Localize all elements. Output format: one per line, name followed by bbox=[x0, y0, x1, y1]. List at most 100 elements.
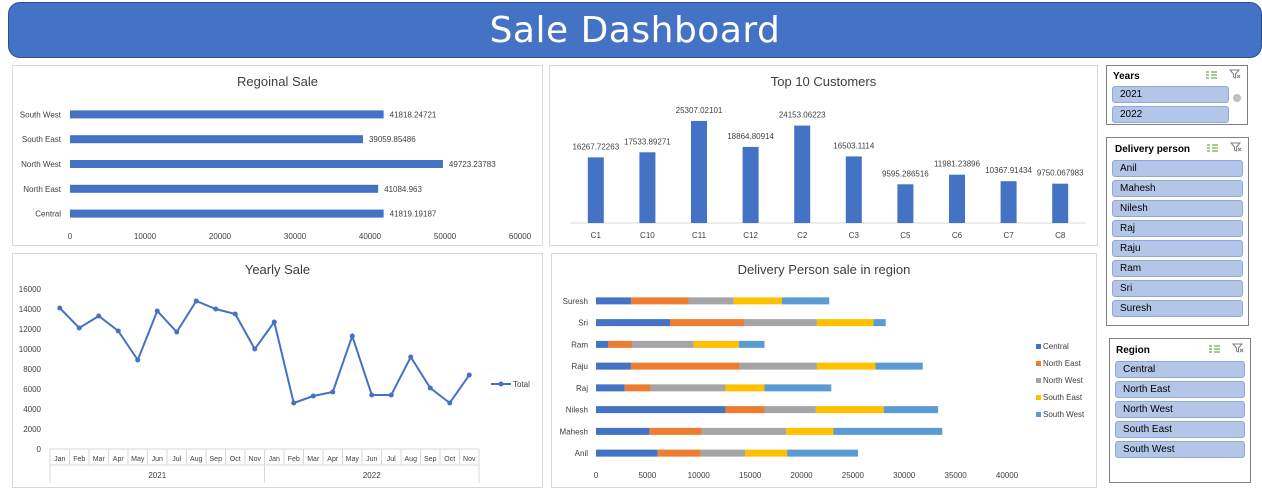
slicer-item-person[interactable]: Mahesh bbox=[1112, 180, 1243, 197]
bar-segment-north-east bbox=[725, 406, 765, 414]
x-tick-label: 0 bbox=[594, 471, 599, 480]
data-point bbox=[135, 357, 141, 363]
clear-filter-icon[interactable] bbox=[1228, 69, 1241, 83]
month-label: Aug bbox=[190, 456, 203, 463]
month-label: Oct bbox=[230, 456, 241, 463]
category-label: C12 bbox=[743, 231, 758, 240]
delivery-region-chart[interactable]: Delivery Person sale in region Anil Mahes… bbox=[551, 253, 1097, 488]
slicer-item-person[interactable]: Ram bbox=[1112, 260, 1243, 277]
legend-swatch bbox=[1036, 344, 1041, 349]
month-label: Jan bbox=[54, 456, 65, 463]
regional-sale-plot: Central 41819.19187 North East 41084.963 Nor… bbox=[20, 110, 532, 241]
y-tick-label: 0 bbox=[37, 445, 42, 454]
category-label: Raju bbox=[572, 362, 588, 371]
bar-segment-south-east bbox=[816, 319, 874, 327]
data-label: 24153.06223 bbox=[779, 111, 826, 120]
x-tick-label: 40000 bbox=[359, 232, 382, 241]
delivery-region-plot: Anil Mahesh Nilesh Raj Raju Ram Sri Suresh 0 5000… bbox=[560, 297, 1085, 480]
bar-segment-south-east bbox=[733, 297, 782, 305]
month-label: Jun bbox=[152, 456, 163, 463]
slicer-item-person[interactable]: Raju bbox=[1112, 240, 1243, 257]
bar-c12 bbox=[742, 146, 759, 223]
data-label: 9750.067983 bbox=[1037, 169, 1084, 178]
slicer-item-region[interactable]: North East bbox=[1115, 381, 1245, 398]
category-label: C8 bbox=[1055, 231, 1066, 240]
bar-segment-north-east bbox=[657, 449, 701, 457]
y-tick-label: 2000 bbox=[23, 425, 41, 434]
bar-segment-north-west bbox=[739, 362, 817, 370]
x-tick-label: 50000 bbox=[434, 232, 457, 241]
bar-c3 bbox=[845, 156, 862, 223]
bar-segment-central bbox=[596, 340, 609, 348]
slicer-item-person[interactable]: Anil bbox=[1112, 160, 1243, 177]
top-customers-chart[interactable]: Top 10 Customers 16267.72263 C1 17533.8927… bbox=[549, 65, 1098, 246]
slicer-item-person[interactable]: Raj bbox=[1112, 220, 1243, 237]
data-label: 18864.80914 bbox=[727, 132, 774, 141]
years-slicer[interactable]: Years 2021 2022 bbox=[1106, 65, 1248, 125]
month-label: Mar bbox=[307, 456, 320, 463]
slicer-item-region[interactable]: North West bbox=[1115, 401, 1245, 418]
clear-filter-icon[interactable] bbox=[1231, 343, 1244, 357]
bar-segment-central bbox=[596, 319, 670, 327]
slicer-item-region[interactable]: South West bbox=[1115, 441, 1245, 458]
region-slicer[interactable]: Region Central North East North West South … bbox=[1109, 338, 1251, 483]
month-label: Sep bbox=[210, 456, 223, 463]
bar-segment-south-east bbox=[693, 340, 739, 348]
legend-swatch bbox=[1036, 361, 1041, 366]
category-label: North East bbox=[23, 185, 62, 194]
bar-segment-south-west bbox=[833, 427, 943, 435]
scrollbar-thumb[interactable] bbox=[1233, 94, 1241, 102]
category-label: Central bbox=[35, 210, 61, 219]
bar-segment-south-west bbox=[764, 384, 832, 392]
bar-segment-north-west bbox=[764, 406, 816, 414]
bar-segment-south-west bbox=[873, 319, 886, 327]
data-point bbox=[369, 392, 375, 398]
bar-segment-north-east bbox=[608, 340, 632, 348]
slicer-header: Region bbox=[1110, 339, 1250, 361]
category-label: South East bbox=[22, 135, 62, 144]
multi-select-icon[interactable] bbox=[1205, 70, 1217, 83]
month-label: Aug bbox=[405, 456, 418, 463]
slicer-item-region[interactable]: South East bbox=[1115, 421, 1245, 438]
legend-label: Total bbox=[513, 380, 530, 389]
year-label: 2022 bbox=[363, 471, 381, 480]
x-tick-label: 5000 bbox=[638, 471, 656, 480]
data-point bbox=[213, 306, 219, 312]
category-label: C5 bbox=[900, 231, 911, 240]
y-tick-label: 10000 bbox=[19, 345, 42, 354]
data-label: 41818.24721 bbox=[390, 110, 437, 119]
slicer-header: Delivery person bbox=[1107, 138, 1248, 160]
slicer-item-person[interactable]: Suresh bbox=[1112, 300, 1243, 317]
bar-segment-north-east bbox=[624, 384, 651, 392]
slicer-item-region[interactable]: Central bbox=[1115, 361, 1245, 378]
delivery-person-slicer[interactable]: Delivery person Anil Mahesh Nilesh Raj Raju R… bbox=[1106, 137, 1249, 326]
bar-segment-south-west bbox=[883, 406, 939, 414]
yearly-sale-plot: 0 2000 4000 6000 8000 10000 12000 14000 16000 Jan… bbox=[19, 285, 530, 483]
year-label: 2021 bbox=[148, 471, 166, 480]
data-point bbox=[76, 325, 82, 331]
multi-select-icon[interactable] bbox=[1206, 143, 1218, 156]
slicer-item-person[interactable]: Sri bbox=[1112, 280, 1243, 297]
multi-select-icon[interactable] bbox=[1208, 344, 1220, 357]
slicer-item-person[interactable]: Nilesh bbox=[1112, 200, 1243, 217]
data-label: 17533.89271 bbox=[624, 137, 671, 146]
yearly-sale-chart[interactable]: Yearly Sale 0 2000 4000 6000 8000 10000 12000 1… bbox=[12, 253, 543, 488]
slicer-item-year[interactable]: 2021 bbox=[1112, 86, 1229, 103]
data-point bbox=[388, 392, 394, 398]
bar-segment-south-west bbox=[875, 362, 923, 370]
category-label: C3 bbox=[849, 231, 860, 240]
x-tick-label: 60000 bbox=[509, 232, 532, 241]
dashboard-title: Sale Dashboard bbox=[489, 9, 781, 51]
clear-filter-icon[interactable] bbox=[1229, 142, 1242, 156]
month-label: Sep bbox=[424, 456, 437, 463]
month-label: Mar bbox=[93, 456, 106, 463]
slicer-item-year[interactable]: 2022 bbox=[1112, 106, 1229, 123]
category-label: Anil bbox=[575, 449, 589, 458]
category-label: C6 bbox=[952, 231, 963, 240]
bar-segment-north-east bbox=[630, 362, 740, 370]
bar-segment-central bbox=[596, 297, 631, 305]
x-tick-label: 10000 bbox=[134, 232, 157, 241]
legend-label: South East bbox=[1043, 393, 1083, 402]
bar-north-west bbox=[70, 160, 443, 168]
regional-sale-chart[interactable]: Regoinal Sale Central 41819.19187 North Ea… bbox=[12, 65, 543, 246]
